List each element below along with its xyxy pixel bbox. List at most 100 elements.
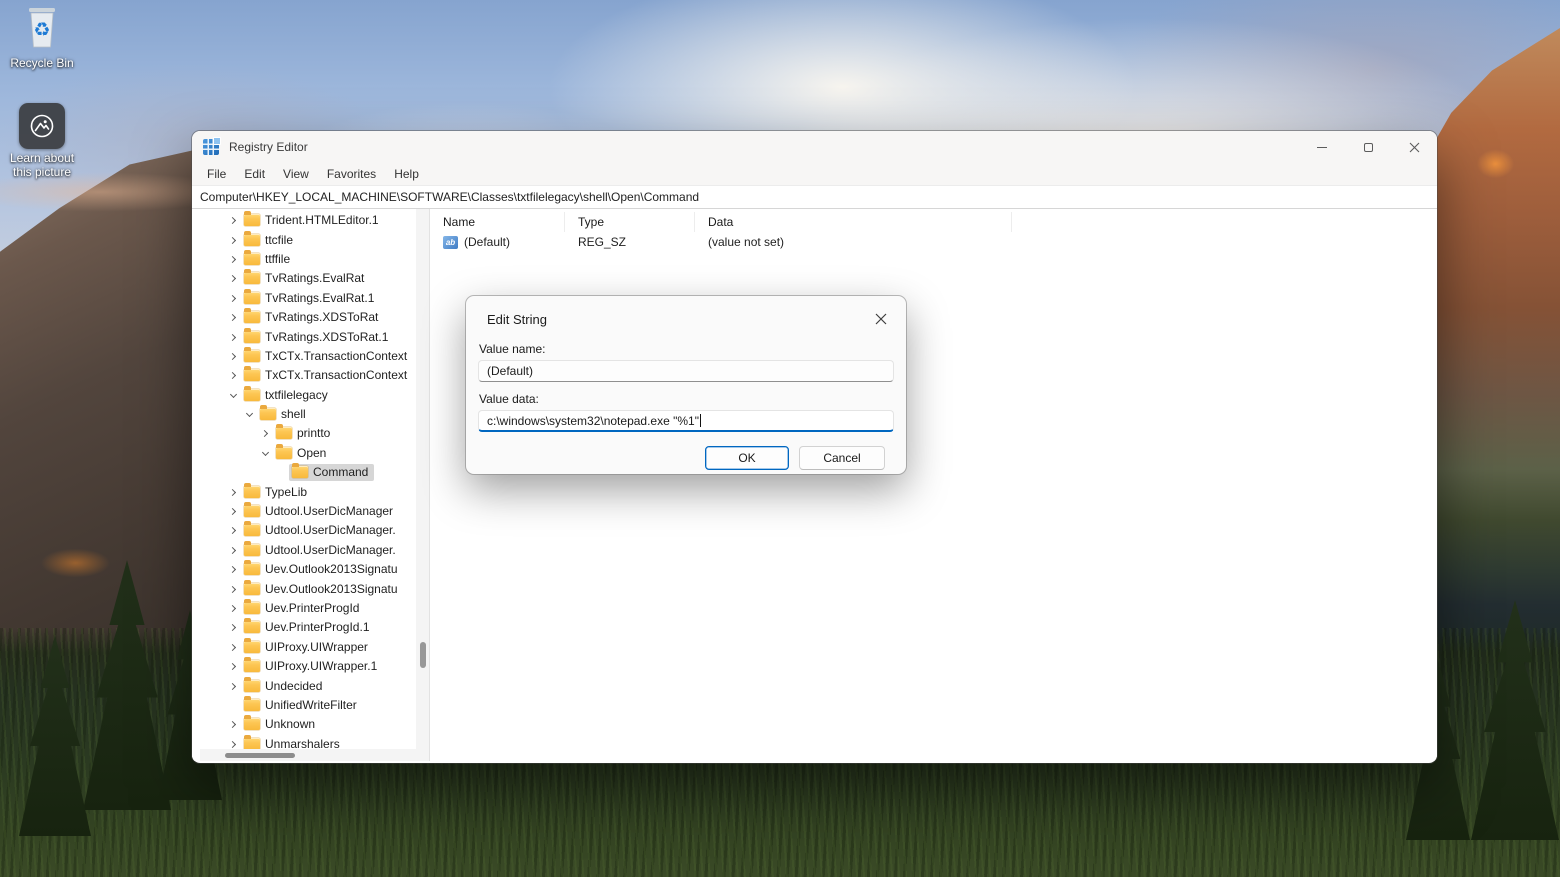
chevron-right-icon[interactable]: [226, 521, 241, 540]
tree-item-printto[interactable]: printto: [200, 424, 429, 443]
tree-item-udtool-userdicmanager-[interactable]: Udtool.UserDicManager.: [200, 521, 429, 540]
tree-item-content: UIProxy.UIWrapper: [241, 639, 374, 656]
main-area: Trident.HTMLEditor.1ttcfilettffileTvRati…: [192, 209, 1437, 761]
values-list-pane: NameTypeData (Default)REG_SZ(value not s…: [430, 209, 1437, 761]
folder-icon: [244, 738, 260, 750]
tree-item-undecided[interactable]: Undecided: [200, 676, 429, 695]
tree-item-trident-htmleditor-1[interactable]: Trident.HTMLEditor.1: [200, 211, 429, 230]
column-header-type[interactable]: Type: [565, 212, 695, 232]
tree-vertical-scrollbar-thumb[interactable]: [420, 642, 426, 668]
dialog-title-bar[interactable]: Edit String: [466, 296, 906, 330]
folder-icon: [276, 427, 292, 439]
chevron-right-icon[interactable]: [226, 502, 241, 521]
tree-item-label: Uev.PrinterProgId.1: [265, 620, 370, 634]
title-bar[interactable]: Registry Editor: [192, 131, 1437, 163]
tree-item-ttffile[interactable]: ttffile: [200, 250, 429, 269]
tree-item-txtfilelegacy[interactable]: txtfilelegacy: [200, 386, 429, 405]
tree-item-tvratings-evalrat-1[interactable]: TvRatings.EvalRat.1: [200, 289, 429, 308]
chevron-right-icon[interactable]: [226, 677, 241, 696]
folder-icon: [292, 466, 308, 478]
folder-icon: [244, 621, 260, 633]
chevron-right-icon[interactable]: [226, 657, 241, 676]
chevron-right-icon[interactable]: [226, 599, 241, 618]
chevron-right-icon[interactable]: [226, 560, 241, 579]
menu-item-file[interactable]: File: [198, 167, 235, 181]
chevron-right-icon[interactable]: [226, 366, 241, 385]
tree-item-tvratings-xdstorat[interactable]: TvRatings.XDSToRat: [200, 308, 429, 327]
tree-item-label: UnifiedWriteFilter: [265, 698, 357, 712]
tree-item-tvratings-xdstorat-1[interactable]: TvRatings.XDSToRat.1: [200, 327, 429, 346]
menu-item-edit[interactable]: Edit: [235, 167, 274, 181]
tree-item-label: TvRatings.XDSToRat: [265, 310, 378, 324]
close-icon: [875, 313, 887, 325]
recycle-bin-desktop-icon[interactable]: ♻ Recycle Bin: [6, 3, 78, 71]
tree-horizontal-scrollbar-thumb[interactable]: [225, 753, 295, 758]
chevron-right-icon[interactable]: [226, 347, 241, 366]
tree-item-content: Udtool.UserDicManager: [241, 503, 399, 520]
chevron-down-icon[interactable]: [258, 444, 273, 463]
tree-item-typelib[interactable]: TypeLib: [200, 482, 429, 501]
tree-item-udtool-userdicmanager[interactable]: Udtool.UserDicManager: [200, 502, 429, 521]
chevron-right-icon[interactable]: [226, 328, 241, 347]
chevron-right-icon[interactable]: [226, 269, 241, 288]
tree-item-unifiedwritefilter[interactable]: UnifiedWriteFilter: [200, 696, 429, 715]
chevron-right-icon[interactable]: [258, 424, 273, 443]
folder-icon: [244, 680, 260, 692]
chevron-right-icon[interactable]: [226, 211, 241, 230]
chevron-down-icon[interactable]: [226, 386, 241, 405]
chevron-right-icon[interactable]: [226, 308, 241, 327]
maximize-button[interactable]: [1345, 131, 1391, 163]
tree-item-shell[interactable]: shell: [200, 405, 429, 424]
tree-item-label: TvRatings.XDSToRat.1: [265, 330, 388, 344]
tree-item-txctx-transactioncontext[interactable]: TxCTx.TransactionContext: [200, 347, 429, 366]
tree-item-uiproxy-uiwrapper-1[interactable]: UIProxy.UIWrapper.1: [200, 657, 429, 676]
tree-item-label: TypeLib: [265, 485, 307, 499]
minimize-button[interactable]: [1299, 131, 1345, 163]
column-header-data[interactable]: Data: [695, 212, 1012, 232]
column-header-name[interactable]: Name: [430, 212, 565, 232]
chevron-right-icon[interactable]: [226, 289, 241, 308]
tree-item-uev-outlook2013signatu[interactable]: Uev.Outlook2013Signatu: [200, 579, 429, 598]
chevron-right-icon[interactable]: [226, 638, 241, 657]
tree-item-open[interactable]: Open: [200, 444, 429, 463]
ok-button[interactable]: OK: [705, 446, 789, 470]
tree-item-uev-outlook2013signatu[interactable]: Uev.Outlook2013Signatu: [200, 560, 429, 579]
learn-about-picture-desktop-icon[interactable]: Learn about this picture: [6, 103, 78, 180]
chevron-right-icon[interactable]: [226, 231, 241, 250]
tree-item-ttcfile[interactable]: ttcfile: [200, 230, 429, 249]
tree-vertical-scrollbar[interactable]: [416, 209, 429, 749]
menu-item-favorites[interactable]: Favorites: [318, 167, 385, 181]
chevron-right-icon[interactable]: [226, 618, 241, 637]
folder-icon: [244, 331, 260, 343]
chevron-right-icon[interactable]: [226, 580, 241, 599]
value-name-label: Value name:: [479, 342, 894, 356]
tree-item-uev-printerprogid-1[interactable]: Uev.PrinterProgId.1: [200, 618, 429, 637]
menu-item-help[interactable]: Help: [385, 167, 428, 181]
tree-item-content: Uev.PrinterProgId.1: [241, 619, 376, 636]
value-name-cell: (Default): [430, 235, 565, 249]
tree-item-udtool-userdicmanager-[interactable]: Udtool.UserDicManager.: [200, 541, 429, 560]
tree-item-uev-printerprogid[interactable]: Uev.PrinterProgId: [200, 599, 429, 618]
chevron-down-icon[interactable]: [242, 405, 257, 424]
tree-horizontal-scrollbar[interactable]: [200, 749, 429, 761]
cancel-button[interactable]: Cancel: [799, 446, 885, 470]
dialog-close-button[interactable]: [870, 308, 892, 330]
value-data-field[interactable]: c:\windows\system32\notepad.exe "%1": [478, 410, 894, 432]
chevron-right-icon[interactable]: [226, 541, 241, 560]
tree-item-uiproxy-uiwrapper[interactable]: UIProxy.UIWrapper: [200, 638, 429, 657]
chevron-right-icon[interactable]: [226, 483, 241, 502]
chevron-right-icon[interactable]: [226, 715, 241, 734]
tree-item-content: TxCTx.TransactionContext: [241, 348, 413, 365]
value-row[interactable]: (Default)REG_SZ(value not set): [430, 232, 1437, 252]
value-name-field[interactable]: (Default): [478, 360, 894, 382]
address-bar[interactable]: Computer\HKEY_LOCAL_MACHINE\SOFTWARE\Cla…: [192, 185, 1437, 209]
tree-item-tvratings-evalrat[interactable]: TvRatings.EvalRat: [200, 269, 429, 288]
tree-item-content: Trident.HTMLEditor.1: [241, 212, 385, 229]
menu-item-view[interactable]: View: [274, 167, 318, 181]
tree-item-unknown[interactable]: Unknown: [200, 715, 429, 734]
tree-item-label: TvRatings.EvalRat.1: [265, 291, 374, 305]
chevron-right-icon[interactable]: [226, 250, 241, 269]
tree-item-command[interactable]: Command: [200, 463, 429, 482]
close-button[interactable]: [1391, 131, 1437, 163]
tree-item-txctx-transactioncontext[interactable]: TxCTx.TransactionContext: [200, 366, 429, 385]
